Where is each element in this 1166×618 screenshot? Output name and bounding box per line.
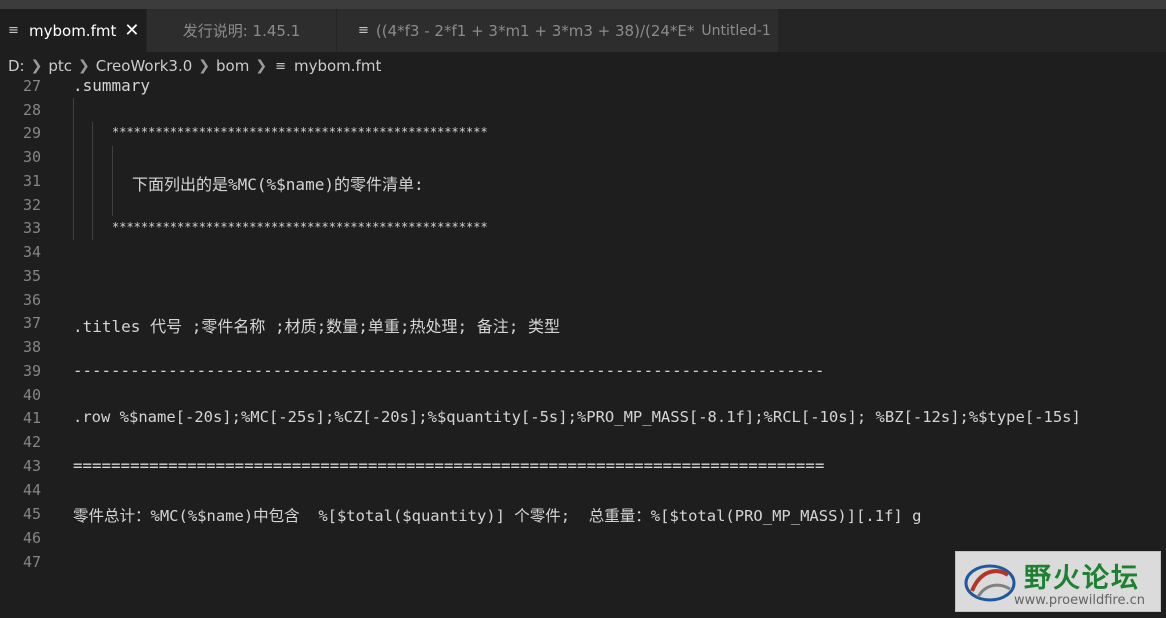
watermark-title: 野火论坛 xyxy=(1024,563,1140,594)
watermark-logo: 野火论坛 www.proewildfire.cn xyxy=(955,551,1161,612)
code-line[interactable]: 36 xyxy=(0,288,1166,312)
line-number: 32 xyxy=(22,196,41,214)
title-strip xyxy=(0,0,1166,9)
chevron-right-icon: ❯ xyxy=(30,58,43,74)
code-line[interactable]: 34 xyxy=(0,240,1166,264)
watermark-url: www.proewildfire.cn xyxy=(1014,593,1145,608)
line-text: .row %$name[-20s];%MC[-25s];%CZ[-20s];%$… xyxy=(73,408,1081,426)
line-number: 29 xyxy=(22,124,41,142)
code-line[interactable]: 40 xyxy=(0,383,1166,407)
breadcrumb-item-bom[interactable]: bom xyxy=(216,57,249,75)
line-number: 39 xyxy=(22,362,41,380)
tab-untitled-1[interactable]: ≡ ((4*f3 - 2*f1 + 3*m1 + 3*m3 + 38)/(24*… xyxy=(337,9,779,52)
line-number: 46 xyxy=(22,529,41,547)
line-number: 47 xyxy=(22,553,41,571)
line-number: 33 xyxy=(22,219,41,237)
chevron-right-icon: ❯ xyxy=(198,58,211,74)
flame-logo-icon xyxy=(964,564,1016,602)
line-number: 38 xyxy=(22,338,41,356)
tab-release-notes[interactable]: 发行说明: 1.45.1 xyxy=(147,9,337,52)
breadcrumb-item-drive[interactable]: D: xyxy=(8,57,25,75)
lines-file-icon: ≡ xyxy=(358,23,369,38)
code-line[interactable]: 46 xyxy=(0,526,1166,550)
line-text: 下面列出的是%MC(%$name)的零件清单: xyxy=(132,175,424,194)
line-number: 45 xyxy=(22,505,41,523)
lines-file-icon: ≡ xyxy=(275,58,286,74)
line-number: 31 xyxy=(22,172,41,190)
code-line[interactable]: 45 零件总计：%MC(%$name)中包含 %[$total($quantity… xyxy=(0,502,1166,526)
line-number: 35 xyxy=(22,267,41,285)
code-line[interactable]: 41 .row %$name[-20s];%MC[-25s];%CZ[-20s];… xyxy=(0,406,1166,430)
line-number: 42 xyxy=(22,433,41,451)
tab-description: Untitled-1 xyxy=(701,22,771,39)
tab-label: 发行说明: 1.45.1 xyxy=(182,22,301,40)
code-line[interactable]: 38 xyxy=(0,335,1166,359)
lines-file-icon: ≡ xyxy=(8,23,19,38)
code-line[interactable]: 30 xyxy=(0,145,1166,169)
code-line[interactable]: 28 xyxy=(0,98,1166,122)
line-text: .summary xyxy=(73,76,151,95)
chevron-right-icon: ❯ xyxy=(78,58,90,74)
line-text: 零件总计：%MC(%$name)中包含 %[$total($quantity)]… xyxy=(73,507,922,525)
line-number: 30 xyxy=(22,148,41,166)
line-number: 36 xyxy=(22,291,41,309)
code-line[interactable]: 27 .summary xyxy=(0,74,1166,98)
line-number: 43 xyxy=(22,457,41,475)
line-text: .titles 代号 ;零件名称 ;材质;数量;单重;热处理; 备注; 类型 xyxy=(73,317,561,336)
breadcrumb-item-file[interactable]: mybom.fmt xyxy=(294,57,381,75)
code-line[interactable]: 39 --------------------------------------… xyxy=(0,359,1166,383)
code-line[interactable]: 43 ======================================… xyxy=(0,454,1166,478)
line-number: 37 xyxy=(22,314,41,332)
line-text: ========================================… xyxy=(73,456,825,475)
tab-label: mybom.fmt xyxy=(29,21,117,40)
line-number: 34 xyxy=(22,243,41,261)
code-line[interactable]: 42 xyxy=(0,430,1166,454)
code-line[interactable]: 32 xyxy=(0,193,1166,217)
code-line[interactable]: 33 **************************************… xyxy=(0,216,1166,240)
editor-window: ≡ mybom.fmt ✕ 发行说明: 1.45.1 ≡ ((4*f3 - 2*… xyxy=(0,0,1166,618)
breadcrumb-item-creowork[interactable]: CreoWork3.0 xyxy=(96,57,193,75)
line-text: ****************************************… xyxy=(112,125,488,139)
code-line[interactable]: 29 **************************************… xyxy=(0,121,1166,145)
breadcrumb-item-ptc[interactable]: ptc xyxy=(48,57,72,75)
line-number: 40 xyxy=(22,386,41,404)
line-number: 27 xyxy=(22,77,41,95)
tab-label: ((4*f3 - 2*f1 + 3*m1 + 3*m3 + 38)/(24*E* xyxy=(375,21,695,40)
code-line[interactable]: 44 xyxy=(0,478,1166,502)
line-number: 28 xyxy=(22,101,41,119)
line-text: ----------------------------------------… xyxy=(73,361,825,380)
tab-mybom-fmt[interactable]: ≡ mybom.fmt ✕ xyxy=(0,9,147,52)
close-icon[interactable]: ✕ xyxy=(124,20,139,41)
line-number: 41 xyxy=(22,409,41,427)
line-text: ****************************************… xyxy=(112,220,488,234)
line-number: 44 xyxy=(22,481,41,499)
tab-bar: ≡ mybom.fmt ✕ 发行说明: 1.45.1 ≡ ((4*f3 - 2*… xyxy=(0,9,1166,52)
chevron-right-icon: ❯ xyxy=(255,58,268,74)
code-line[interactable]: 31 下面列出的是%MC(%$name)的零件清单: xyxy=(0,169,1166,194)
code-line[interactable]: 37 .titles 代号 ;零件名称 ;材质;数量;单重;热处理; 备注; 类型 xyxy=(0,311,1166,336)
code-line[interactable]: 35 xyxy=(0,264,1166,288)
code-editor[interactable]: 27 .summary 28 29 ************************… xyxy=(0,74,1166,618)
